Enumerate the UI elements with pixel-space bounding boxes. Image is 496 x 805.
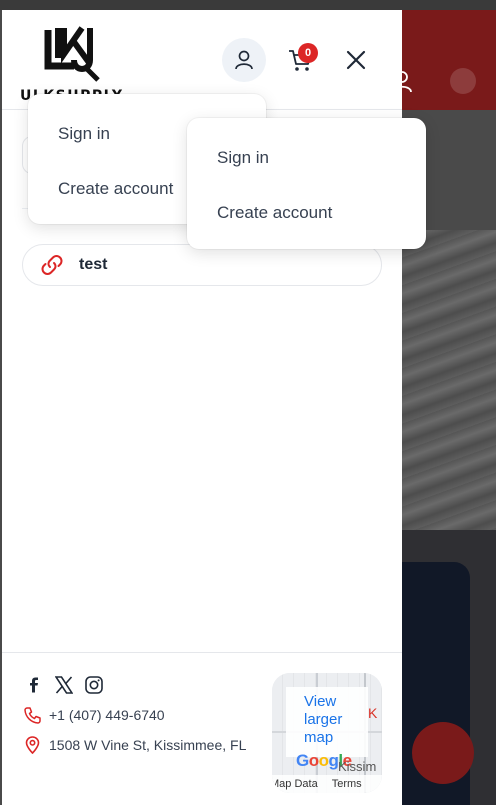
logo-mark-icon <box>44 26 100 82</box>
map-data-link[interactable]: Map Data <box>272 778 318 790</box>
browser-top-strip <box>0 0 496 10</box>
view-larger-map-link[interactable]: View larger map <box>286 687 368 757</box>
address-text: 1508 W Vine St, Kissimmee, FL <box>49 737 247 753</box>
background-hero-image <box>402 230 496 530</box>
user-icon <box>235 50 253 70</box>
sign-in-menu-item[interactable]: Sign in <box>58 124 110 144</box>
sign-in-menu-item[interactable]: Sign in <box>217 148 269 168</box>
link-item-test[interactable]: test <box>22 244 382 286</box>
map-city-label: Kissim <box>338 759 377 774</box>
create-account-menu-item[interactable]: Create account <box>58 179 173 199</box>
x-twitter-icon[interactable] <box>54 675 74 695</box>
link-label: test <box>79 256 108 273</box>
background-header-icon <box>450 68 476 94</box>
cart-count-badge: 0 <box>298 43 318 63</box>
account-dropdown-front: Sign in Create account <box>187 118 426 249</box>
phone-number: +1 (407) 449-6740 <box>49 707 165 723</box>
background-header <box>402 10 496 110</box>
background-floating-button <box>412 722 474 784</box>
facebook-icon[interactable] <box>24 675 44 695</box>
map-attribution-bar: Map Data Terms <box>272 775 382 793</box>
location-map[interactable]: View larger map K Google Kissim Map Data… <box>272 673 382 793</box>
instagram-icon[interactable] <box>84 675 104 695</box>
map-terms-link[interactable]: Terms <box>332 778 362 790</box>
close-icon <box>346 50 366 70</box>
phone-icon <box>22 705 42 725</box>
social-links <box>24 675 104 695</box>
link-icon <box>37 250 67 280</box>
address-contact[interactable]: 1508 W Vine St, Kissimmee, FL <box>22 735 246 755</box>
map-place-label: K <box>368 705 378 721</box>
location-pin-icon <box>22 735 42 755</box>
drawer-footer: +1 (407) 449-6740 1508 W Vine St, Kissim… <box>2 652 402 805</box>
phone-contact[interactable]: +1 (407) 449-6740 <box>22 705 165 725</box>
account-button[interactable] <box>222 38 266 82</box>
create-account-menu-item[interactable]: Create account <box>217 203 332 223</box>
close-drawer-button[interactable] <box>340 44 372 76</box>
